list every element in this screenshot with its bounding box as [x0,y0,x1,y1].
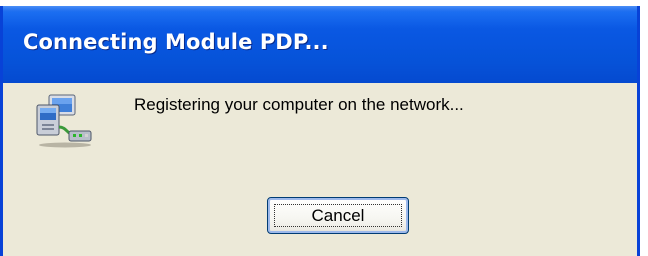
connecting-dialog-window: Connecting Module PDP... Registering you… [0,6,640,256]
title-bar-shine [3,6,637,12]
title-bar[interactable]: Connecting Module PDP... [3,6,637,83]
cancel-button[interactable]: Cancel [267,197,409,234]
dialog-body: Registering your computer on the network… [3,83,637,256]
cancel-button-label: Cancel [311,205,365,225]
window-title: Connecting Module PDP... [23,30,329,54]
status-message: Registering your computer on the network… [134,95,464,114]
network-computer-icon [36,94,92,148]
